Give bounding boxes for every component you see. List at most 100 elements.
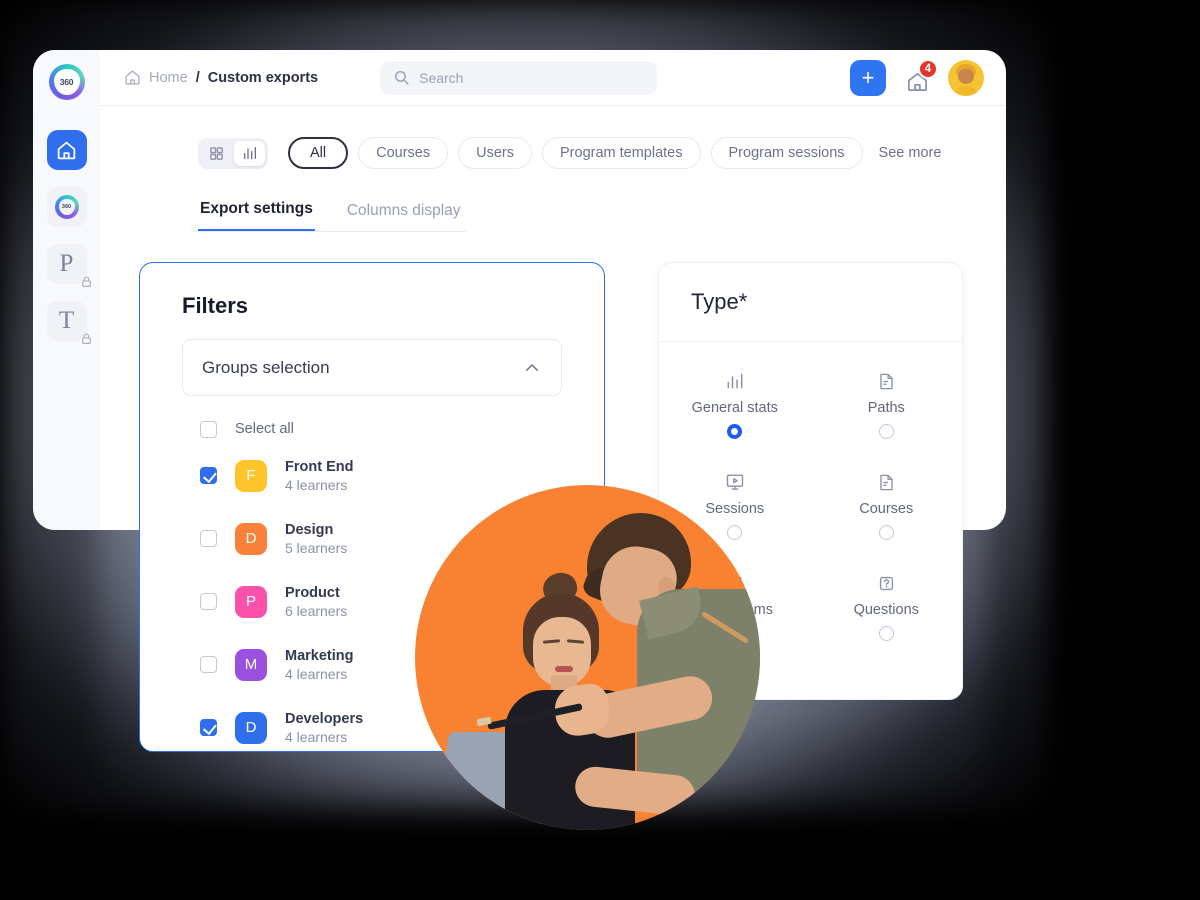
screenshot-stage: 360 360 P T Home / Custom exports Search…: [0, 0, 1200, 900]
notification-badge: 4: [918, 58, 938, 79]
search-box[interactable]: [380, 60, 658, 95]
avatar[interactable]: [948, 59, 984, 96]
360-icon: 360: [54, 195, 79, 219]
group-learners: 6 learners: [285, 602, 348, 619]
bar-chart-icon: [725, 370, 745, 392]
group-initial: P: [245, 593, 256, 610]
sidebar-item-360[interactable]: 360: [46, 187, 87, 227]
group-name: Design: [285, 521, 334, 538]
grid-view-button[interactable]: [201, 141, 232, 166]
type-option-courses[interactable]: Courses: [859, 471, 913, 540]
tab-export-settings[interactable]: Export settings: [198, 200, 315, 232]
add-button[interactable]: +: [850, 59, 886, 96]
sidebar-item-p-label: P: [59, 250, 74, 277]
group-text: Design 5 learners: [285, 522, 347, 556]
group-learners: 5 learners: [285, 539, 348, 556]
photo-woman-lips: [555, 666, 573, 672]
filter-pill-program-templates[interactable]: Program templates: [542, 137, 701, 169]
type-option-sessions[interactable]: Sessions: [705, 471, 764, 540]
app-logo-label: 360: [59, 77, 74, 87]
avatar-body: [953, 85, 979, 96]
group-avatar: P: [235, 585, 267, 618]
select-all-row[interactable]: Select all: [140, 414, 604, 444]
sidebar-item-home[interactable]: [46, 130, 87, 170]
group-checkbox-product[interactable]: [200, 593, 217, 610]
home-icon: [57, 141, 76, 159]
lock-icon: [81, 333, 91, 344]
view-toggle: [198, 137, 268, 169]
breadcrumb-home-link[interactable]: Home: [149, 70, 188, 86]
select-all-label: Select all: [235, 421, 294, 437]
group-text: Marketing 4 learners: [285, 648, 354, 682]
sidebar-item-p[interactable]: P: [46, 244, 91, 287]
filter-pill-courses[interactable]: Courses: [358, 137, 449, 169]
type-option-label: Paths: [867, 400, 905, 416]
lock-icon: [81, 276, 91, 287]
select-all-checkbox[interactable]: [200, 420, 217, 438]
breadcrumb: Home / Custom exports: [124, 69, 318, 86]
sidebar: 360 360 P T: [33, 50, 100, 530]
type-radio-sessions[interactable]: [727, 525, 743, 540]
filter-pill-row: All Courses Users Program templates Prog…: [100, 106, 1006, 169]
topbar-actions: + 4: [850, 58, 984, 96]
type-panel-header: Type*: [659, 263, 962, 342]
group-initial: D: [245, 530, 257, 547]
filter-pill-all[interactable]: All: [288, 137, 349, 169]
search-icon: [395, 70, 409, 85]
group-learners: 4 learners: [285, 476, 348, 493]
type-radio-questions[interactable]: [878, 626, 894, 641]
type-option-paths[interactable]: Paths: [868, 370, 905, 439]
type-option-label: Sessions: [705, 501, 765, 517]
sidebar-item-t-label: T: [58, 307, 75, 334]
filter-pill-users[interactable]: Users: [458, 137, 532, 169]
type-radio-general-stats[interactable]: [727, 424, 743, 439]
type-panel-title: Type*: [691, 289, 748, 314]
group-text: Front End 4 learners: [285, 459, 353, 493]
group-initial: F: [246, 467, 256, 484]
type-option-label: Courses: [859, 501, 914, 517]
tab-columns-display[interactable]: Columns display: [345, 200, 463, 232]
type-option-general-stats[interactable]: General stats: [692, 370, 778, 439]
bar-chart-icon: [243, 147, 256, 159]
screen-play-icon: [725, 471, 745, 493]
document-icon: [877, 370, 896, 392]
type-radio-courses[interactable]: [878, 525, 894, 540]
document-icon: [877, 471, 896, 493]
type-option-questions[interactable]: Questions: [854, 572, 919, 641]
filters-panel-title: Filters: [182, 293, 249, 318]
decorative-photo: [415, 485, 760, 830]
group-text: Developers 4 learners: [285, 711, 363, 745]
topbar: Home / Custom exports +: [100, 50, 1006, 106]
groups-selection-accordion[interactable]: Groups selection: [182, 339, 562, 396]
group-initial: D: [245, 719, 257, 736]
group-avatar: M: [235, 648, 267, 681]
group-name: Product: [285, 584, 340, 601]
group-checkbox-marketing[interactable]: [200, 656, 217, 673]
group-avatar: D: [235, 711, 267, 744]
group-initial: M: [244, 656, 258, 673]
see-more-button[interactable]: See more: [873, 145, 948, 161]
group-learners: 4 learners: [285, 728, 348, 745]
grid-icon: [210, 146, 223, 160]
group-avatar: D: [235, 522, 267, 555]
type-option-label: Questions: [853, 602, 919, 618]
group-checkbox-design[interactable]: [200, 530, 217, 547]
breadcrumb-current: Custom exports: [207, 69, 319, 86]
breadcrumb-home-icon[interactable]: [124, 69, 141, 86]
chart-view-button[interactable]: [234, 140, 265, 166]
app-logo-360-icon[interactable]: 360: [48, 64, 85, 100]
type-radio-paths[interactable]: [878, 424, 894, 439]
group-checkbox-developers[interactable]: [200, 719, 217, 736]
notifications-button[interactable]: 4: [902, 58, 938, 93]
sub-tab-bar: Export settings Columns display: [100, 169, 1006, 232]
group-avatar: F: [235, 459, 267, 492]
search-input[interactable]: [419, 69, 645, 86]
group-checkbox-front-end[interactable]: [200, 467, 217, 484]
group-name: Marketing: [285, 647, 354, 664]
sidebar-item-t[interactable]: T: [46, 301, 91, 344]
filter-pill-program-sessions[interactable]: Program sessions: [710, 137, 863, 169]
group-name: Front End: [285, 458, 354, 475]
group-learners: 4 learners: [285, 665, 348, 682]
groups-selection-label: Groups selection: [202, 357, 330, 377]
group-name: Developers: [285, 710, 364, 727]
